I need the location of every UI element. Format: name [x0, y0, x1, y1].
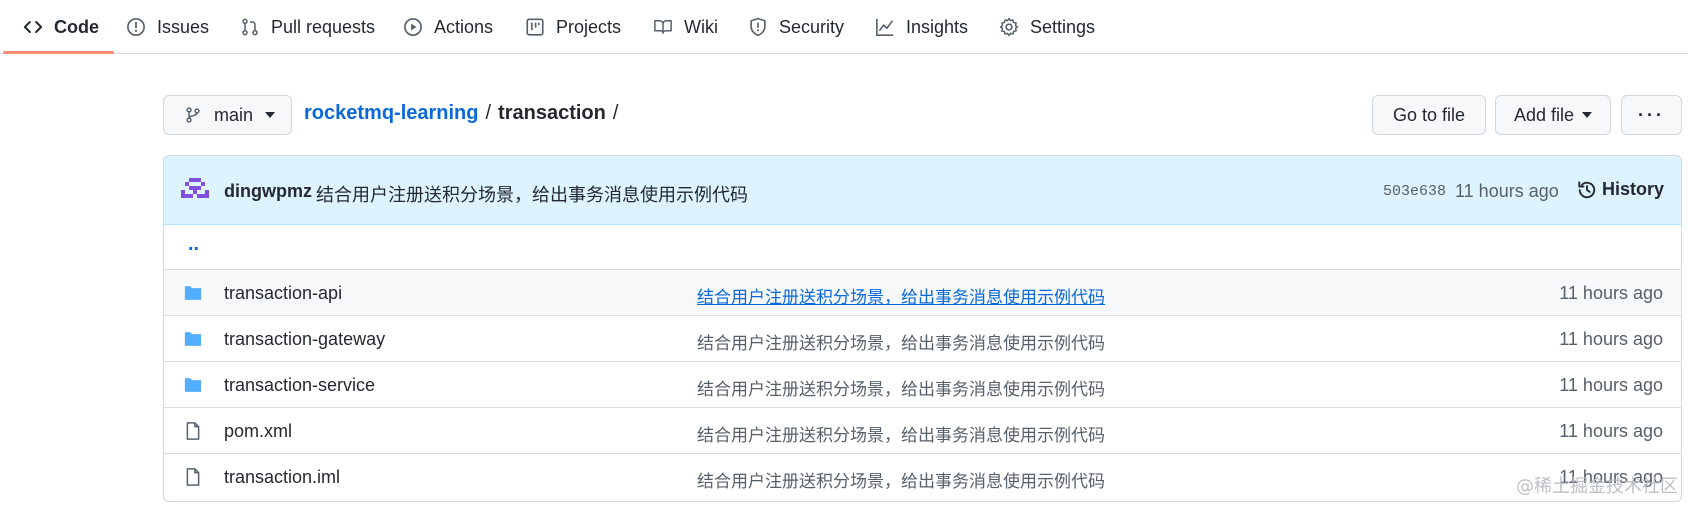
table-row[interactable]: transaction-api 结合用户注册送积分场景，给出事务消息使用示例代码…: [164, 270, 1681, 316]
tab-insights[interactable]: Insights: [874, 0, 968, 54]
tab-label: Projects: [556, 16, 622, 37]
more-options-button[interactable]: ···: [1621, 95, 1682, 135]
issue-icon: [125, 16, 147, 38]
caret-down-icon: [265, 112, 276, 118]
avatar[interactable]: [181, 178, 209, 202]
add-file-label: Add file: [1513, 104, 1575, 125]
breadcrumb-separator: /: [612, 102, 619, 124]
table-row[interactable]: transaction-service 结合用户注册送积分场景，给出事务消息使用…: [164, 362, 1681, 408]
file-name[interactable]: pom.xml: [224, 421, 292, 442]
history-label: History: [1602, 179, 1665, 199]
kebab-icon: ···: [1638, 104, 1665, 125]
file-commit-time: 11 hours ago: [1559, 375, 1663, 395]
tab-code[interactable]: Code: [22, 0, 99, 54]
file-commit-time: 11 hours ago: [1559, 421, 1663, 441]
tab-label: Issues: [157, 16, 210, 37]
file-icon: [183, 467, 203, 487]
tab-label: Insights: [906, 16, 969, 37]
table-row[interactable]: transaction.iml 结合用户注册送积分场景，给出事务消息使用示例代码…: [164, 454, 1681, 500]
file-commit-message[interactable]: 结合用户注册送积分场景，给出事务消息使用示例代码: [697, 467, 1105, 492]
pull-request-icon: [239, 16, 261, 38]
tab-projects[interactable]: Projects: [524, 0, 621, 54]
add-file-button[interactable]: Add file: [1495, 95, 1611, 135]
file-icon: [183, 421, 203, 441]
tab-pull-requests[interactable]: Pull requests: [239, 0, 375, 54]
file-commit-time: 11 hours ago: [1559, 329, 1663, 349]
graph-icon: [874, 16, 896, 38]
file-browser: dingwpmz 结合用户注册送积分场景，给出事务消息使用示例代码 503e63…: [163, 155, 1682, 502]
repo-nav: Code Issues Pull requests Actions Projec…: [0, 0, 1688, 54]
tab-label: Security: [779, 16, 845, 37]
code-icon: [22, 16, 44, 38]
parent-directory-link[interactable]: ..: [188, 233, 199, 256]
tab-settings[interactable]: Settings: [998, 0, 1095, 54]
folder-icon: [183, 375, 203, 395]
commit-time: 11 hours ago: [1455, 181, 1559, 201]
tab-issues[interactable]: Issues: [125, 0, 209, 54]
tab-actions[interactable]: Actions: [402, 0, 493, 54]
branch-name: main: [214, 104, 254, 125]
latest-commit-bar: dingwpmz 结合用户注册送积分场景，给出事务消息使用示例代码 503e63…: [164, 156, 1681, 225]
commit-message[interactable]: 结合用户注册送积分场景，给出事务消息使用示例代码: [316, 181, 748, 207]
table-row[interactable]: pom.xml 结合用户注册送积分场景，给出事务消息使用示例代码 11 hour…: [164, 408, 1681, 454]
breadcrumb-repo-link[interactable]: rocketmq-learning: [304, 102, 478, 125]
history-link[interactable]: History: [1577, 179, 1664, 200]
breadcrumb-separator: /: [485, 102, 492, 124]
play-icon: [402, 16, 424, 38]
table-row[interactable]: transaction-gateway 结合用户注册送积分场景，给出事务消息使用…: [164, 316, 1681, 362]
parent-directory-row[interactable]: ..: [164, 225, 1681, 270]
book-icon: [652, 16, 674, 38]
tab-wiki[interactable]: Wiki: [652, 0, 718, 54]
folder-icon: [183, 329, 203, 349]
gear-icon: [998, 16, 1020, 38]
branch-selector[interactable]: main: [163, 95, 292, 135]
git-branch-icon: [184, 106, 202, 124]
file-name[interactable]: transaction-gateway: [224, 329, 385, 350]
active-tab-indicator: [3, 51, 114, 54]
commit-sha[interactable]: 503e638: [1383, 183, 1446, 200]
file-commit-message[interactable]: 结合用户注册送积分场景，给出事务消息使用示例代码: [697, 329, 1105, 354]
caret-down-icon: [1582, 112, 1593, 118]
tab-label: Settings: [1030, 16, 1096, 37]
folder-icon: [183, 283, 203, 303]
file-commit-message[interactable]: 结合用户注册送积分场景，给出事务消息使用示例代码: [697, 421, 1105, 446]
commit-author[interactable]: dingwpmz: [224, 181, 312, 202]
file-name[interactable]: transaction.iml: [224, 467, 340, 488]
tab-label: Code: [54, 16, 99, 37]
go-to-file-button[interactable]: Go to file: [1372, 95, 1486, 135]
file-commit-time: 11 hours ago: [1559, 283, 1663, 303]
tab-label: Pull requests: [271, 16, 376, 37]
tab-security[interactable]: Security: [747, 0, 844, 54]
file-name[interactable]: transaction-service: [224, 375, 375, 396]
file-name[interactable]: transaction-api: [224, 283, 342, 304]
breadcrumb: rocketmq-learning / transaction /: [304, 102, 625, 125]
file-commit-message[interactable]: 结合用户注册送积分场景，给出事务消息使用示例代码: [697, 283, 1105, 308]
go-to-file-label: Go to file: [1392, 104, 1466, 125]
history-icon: [1578, 180, 1596, 198]
tab-label: Actions: [434, 16, 494, 37]
file-commit-message[interactable]: 结合用户注册送积分场景，给出事务消息使用示例代码: [697, 375, 1105, 400]
shield-icon: [747, 16, 769, 38]
table-icon: [524, 16, 546, 38]
breadcrumb-current: transaction: [498, 102, 606, 124]
tab-label: Wiki: [684, 16, 718, 37]
watermark: @稀土掘金技术社区: [1516, 476, 1678, 497]
